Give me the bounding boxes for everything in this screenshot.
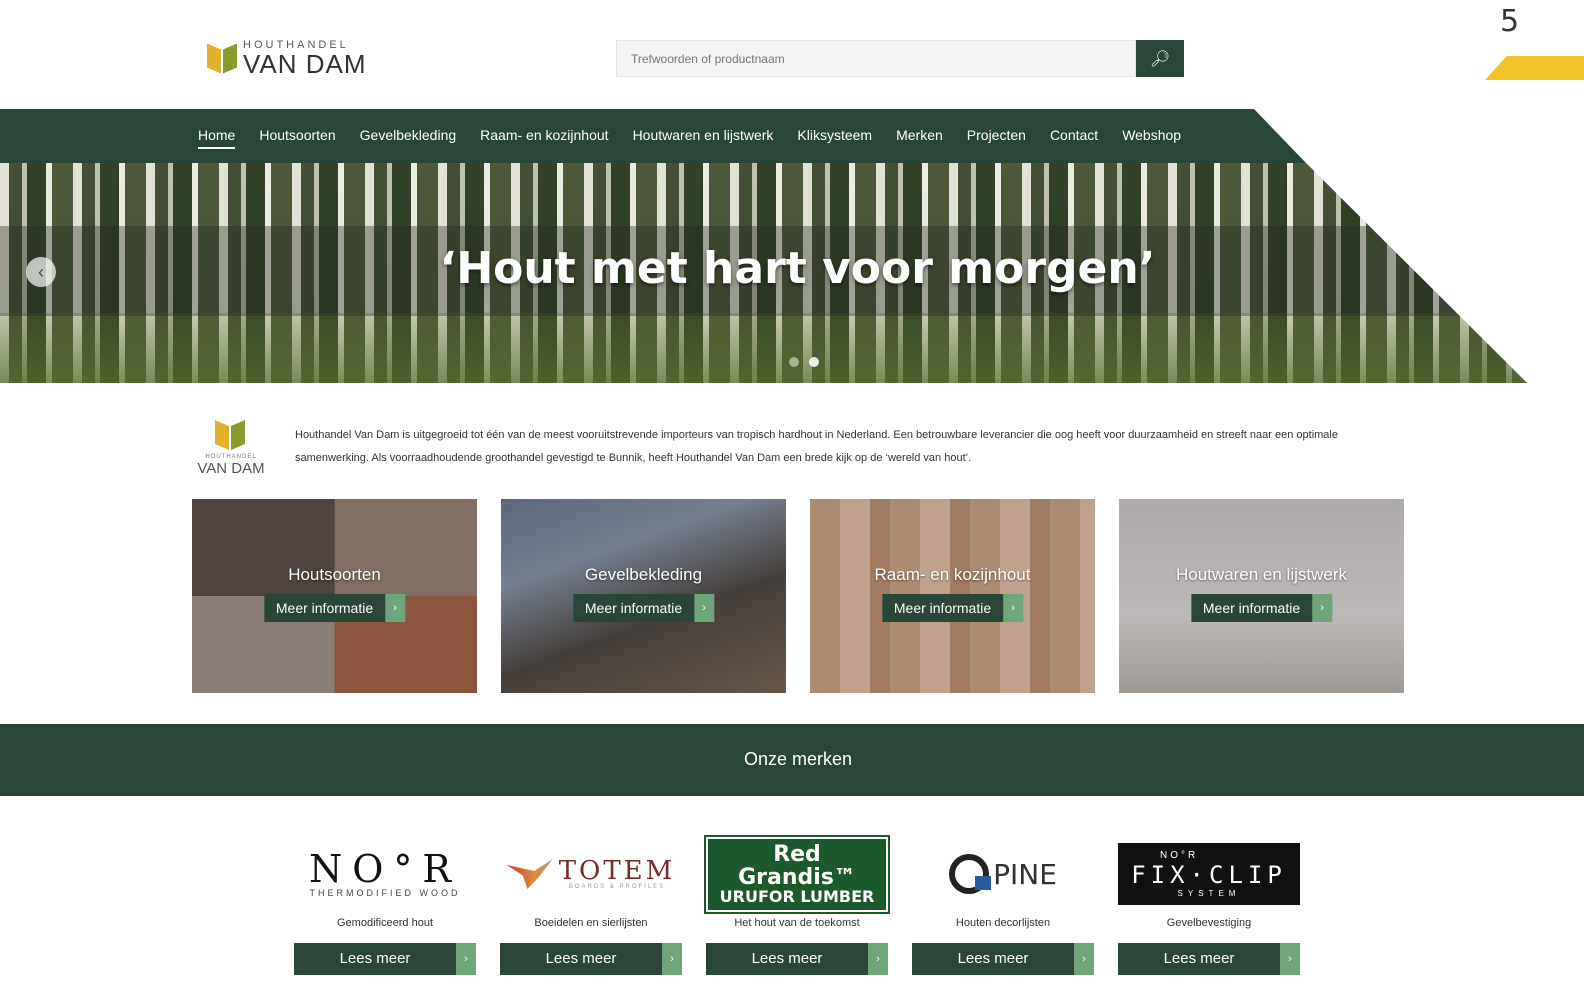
- logo-mark-icon: [207, 42, 239, 76]
- brand-name: NO°R: [308, 847, 461, 891]
- brand-name: FIX·CLIP: [1131, 861, 1287, 889]
- read-more-button[interactable]: Lees meer ›: [500, 943, 682, 975]
- brand-noir: NO°R THERMODIFIED WOOD Gemodificeerd hou…: [294, 843, 476, 975]
- button-label: Meer informatie: [572, 594, 695, 622]
- button-label: Lees meer: [500, 943, 662, 975]
- button-label: Lees meer: [912, 943, 1074, 975]
- brand-caption: Houten decorlijsten: [955, 917, 1051, 929]
- read-more-button[interactable]: Lees meer ›: [912, 943, 1094, 975]
- nav-merken[interactable]: Merken: [896, 127, 943, 149]
- hero-title: ‘Hout met hart voor morgen’: [439, 243, 1156, 294]
- chevron-right-icon: ›: [868, 943, 888, 975]
- search-bar: 🔎︎: [616, 40, 1184, 77]
- nav-houtsoorten[interactable]: Houtsoorten: [259, 127, 335, 149]
- brand-sub: SYSTEM: [1177, 889, 1241, 898]
- tile-more-info-button[interactable]: Meer informatie ›: [263, 594, 406, 622]
- intro-logo-big: VAN DAM: [197, 460, 265, 477]
- brand-caption: Gevelbevestiging: [1166, 917, 1252, 929]
- search-icon: 🔎︎: [1149, 50, 1171, 68]
- qpine-logo[interactable]: PINE: [912, 843, 1094, 905]
- nav-kliksysteem[interactable]: Kliksysteem: [797, 127, 872, 149]
- brand-name: Red Grandis™: [738, 841, 856, 890]
- brand-totem: TOTEM BOARDS & PROFILES Boeidelen en sie…: [500, 843, 682, 975]
- brand-qpine: PINE Houten decorlijsten Lees meer ›: [912, 843, 1094, 975]
- brand-caption: Het hout van de toekomst: [734, 917, 860, 929]
- slider-dot[interactable]: [789, 357, 799, 367]
- brand-top: NO°R: [1160, 850, 1199, 861]
- tile-more-info-button[interactable]: Meer informatie ›: [1190, 594, 1333, 622]
- intro-text: Houthandel Van Dam is uitgegroeid tot éé…: [295, 429, 1338, 464]
- fixclip-logo[interactable]: NO°R FIX·CLIP SYSTEM: [1118, 843, 1300, 905]
- search-input[interactable]: [616, 40, 1136, 77]
- chevron-left-icon: ‹: [38, 262, 44, 282]
- button-label: Lees meer: [706, 943, 868, 975]
- nav-raam-kozijnhout[interactable]: Raam- en kozijnhout: [480, 127, 608, 149]
- q-icon: [949, 854, 992, 894]
- page-number: 5: [1500, 4, 1520, 39]
- brand-caption: Boeidelen en sierlijsten: [534, 917, 648, 929]
- chevron-right-icon: ›: [385, 594, 406, 622]
- button-label: Meer informatie: [1190, 594, 1313, 622]
- button-label: Meer informatie: [881, 594, 1004, 622]
- red-grandis-logo[interactable]: Red Grandis™ URUFOR LUMBER: [704, 834, 890, 914]
- nav-contact[interactable]: Contact: [1050, 127, 1098, 149]
- read-more-button[interactable]: Lees meer ›: [294, 943, 476, 975]
- slider-prev-button[interactable]: ‹: [26, 257, 56, 287]
- brand-name: TOTEM: [558, 856, 676, 886]
- chevron-right-icon: ›: [1074, 943, 1094, 975]
- button-label: Meer informatie: [263, 594, 386, 622]
- nav-home[interactable]: Home: [198, 127, 236, 149]
- tile-more-info-button[interactable]: Meer informatie ›: [572, 594, 715, 622]
- brand-fixclip: NO°R FIX·CLIP SYSTEM Gevelbevestiging Le…: [1118, 843, 1300, 975]
- search-button[interactable]: 🔎︎: [1136, 40, 1184, 77]
- intro-logo: HOUTHANDEL VAN DAM: [195, 420, 267, 477]
- main-nav: Home Houtsoorten Gevelbekleding Raam- en…: [198, 127, 1181, 149]
- slider-dots: [789, 357, 819, 367]
- brand-sub: THERMODIFIED WOOD: [309, 888, 461, 898]
- logo-mark-icon: [215, 420, 247, 452]
- read-more-button[interactable]: Lees meer ›: [1118, 943, 1300, 975]
- brand-red-grandis: Red Grandis™ URUFOR LUMBER Het hout van …: [704, 834, 890, 975]
- bird-icon: [506, 859, 553, 889]
- tile-gevelbekleding[interactable]: Gevelbekleding Meer informatie ›: [501, 499, 786, 693]
- button-label: Lees meer: [1118, 943, 1280, 975]
- tile-title: Houtsoorten: [288, 565, 381, 584]
- chevron-right-icon: ›: [456, 943, 476, 975]
- brands-title: Onze merken: [743, 749, 853, 769]
- slider-dot-active[interactable]: [809, 357, 819, 367]
- chevron-right-icon: ›: [1280, 943, 1300, 975]
- totem-logo[interactable]: TOTEM BOARDS & PROFILES: [500, 843, 682, 905]
- nav-houtwaren-lijstwerk[interactable]: Houtwaren en lijstwerk: [633, 127, 774, 149]
- tile-houtsoorten[interactable]: Houtsoorten Meer informatie ›: [192, 499, 477, 693]
- nav-projecten[interactable]: Projecten: [967, 127, 1026, 149]
- tile-title: Raam- en kozijnhout: [874, 565, 1031, 584]
- tile-title: Gevelbekleding: [584, 565, 703, 584]
- site-logo[interactable]: HOUTHANDEL VAN DAM: [207, 40, 367, 77]
- tile-more-info-button[interactable]: Meer informatie ›: [881, 594, 1024, 622]
- tile-raam-kozijnhout[interactable]: Raam- en kozijnhout Meer informatie ›: [810, 499, 1095, 693]
- chevron-right-icon: ›: [694, 594, 715, 622]
- brand-sub: URUFOR LUMBER: [719, 886, 875, 906]
- logo-big-text: VAN DAM: [243, 49, 367, 79]
- chevron-right-icon: ›: [1003, 594, 1024, 622]
- chevron-right-icon: ›: [1312, 594, 1333, 622]
- nav-webshop[interactable]: Webshop: [1122, 127, 1181, 149]
- noir-logo[interactable]: NO°R THERMODIFIED WOOD: [294, 843, 476, 905]
- button-label: Lees meer: [294, 943, 456, 975]
- chevron-right-icon: ›: [662, 943, 682, 975]
- nav-gevelbekleding[interactable]: Gevelbekleding: [360, 127, 457, 149]
- tile-houtwaren-lijstwerk[interactable]: Houtwaren en lijstwerk Meer informatie ›: [1119, 499, 1404, 693]
- read-more-button[interactable]: Lees meer ›: [706, 943, 888, 975]
- brand-sub: BOARDS & PROFILES: [568, 884, 666, 890]
- brand-name: PINE: [993, 857, 1057, 891]
- tile-title: Houtwaren en lijstwerk: [1175, 565, 1347, 584]
- brand-caption: Gemodificeerd hout: [337, 917, 433, 929]
